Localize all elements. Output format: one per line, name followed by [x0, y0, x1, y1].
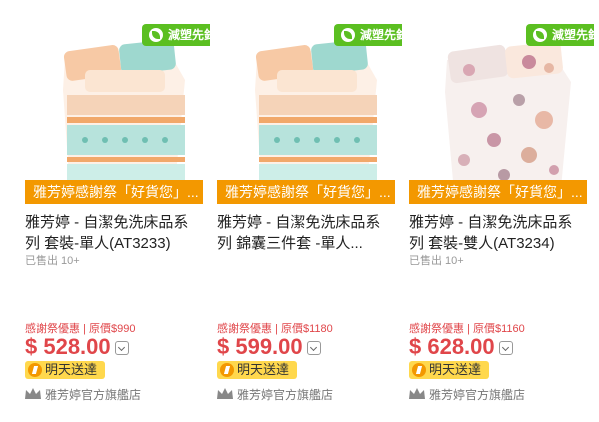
- leaf-icon: [533, 28, 547, 42]
- price-row: $ 528.00: [25, 334, 129, 362]
- eco-badge-label: 減塑先鋒: [360, 28, 402, 42]
- product-title[interactable]: 雅芳婷 - 自潔免洗床品系列 錦囊三件套 -單人...: [217, 212, 395, 254]
- product-image[interactable]: 減塑先鋒 雅芳婷感謝祭「好貨您」...: [409, 20, 594, 205]
- eco-badge: 減塑先鋒: [526, 24, 594, 46]
- eco-badge-label: 減塑先鋒: [552, 28, 594, 42]
- lightning-icon: [220, 363, 234, 377]
- delivery-tag: 明天送達: [217, 361, 297, 379]
- delivery-label: 明天送達: [237, 362, 290, 377]
- promo-banner: 雅芳婷感謝祭「好貨您」...: [409, 180, 587, 204]
- store-name[interactable]: 雅芳婷官方旗艦店: [409, 386, 525, 403]
- store-label: 雅芳婷官方旗艦店: [429, 388, 526, 402]
- delivery-tag: 明天送達: [409, 361, 489, 379]
- product-image[interactable]: 減塑先鋒 雅芳婷感謝祭「好貨您」...: [25, 20, 210, 205]
- chevron-down-icon[interactable]: [306, 341, 321, 355]
- delivery-label: 明天送達: [45, 362, 98, 377]
- promo-banner: 雅芳婷感謝祭「好貨您」...: [25, 180, 203, 204]
- crown-icon: [25, 388, 41, 399]
- store-label: 雅芳婷官方旗艦店: [45, 388, 142, 402]
- store-name[interactable]: 雅芳婷官方旗艦店: [25, 386, 141, 403]
- chevron-down-icon[interactable]: [498, 341, 513, 355]
- crown-icon: [217, 388, 233, 399]
- product-card[interactable]: 減塑先鋒 雅芳婷感謝祭「好貨您」... 雅芳婷 - 自潔免洗床品系列 套裝-單人…: [25, 20, 210, 415]
- leaf-icon: [341, 28, 355, 42]
- product-title[interactable]: 雅芳婷 - 自潔免洗床品系列 套裝-單人(AT3233): [25, 212, 203, 254]
- crown-icon: [409, 388, 425, 399]
- price: $ 599.00: [217, 334, 303, 359]
- lightning-icon: [412, 363, 426, 377]
- product-image[interactable]: 減塑先鋒 雅芳婷感謝祭「好貨您」...: [217, 20, 402, 205]
- store-name[interactable]: 雅芳婷官方旗艦店: [217, 386, 333, 403]
- leaf-icon: [149, 28, 163, 42]
- delivery-label: 明天送達: [429, 362, 482, 377]
- eco-badge: 減塑先鋒: [142, 24, 210, 46]
- eco-badge-label: 減塑先鋒: [168, 28, 210, 42]
- price-row: $ 599.00: [217, 334, 321, 362]
- sold-count: 已售出 10+: [25, 255, 80, 267]
- price-row: $ 628.00: [409, 334, 513, 362]
- product-card[interactable]: 減塑先鋒 雅芳婷感謝祭「好貨您」... 雅芳婷 - 自潔免洗床品系列 套裝-雙人…: [409, 20, 594, 415]
- lightning-icon: [28, 363, 42, 377]
- sold-count: 已售出 10+: [409, 255, 464, 267]
- promo-banner: 雅芳婷感謝祭「好貨您」...: [217, 180, 395, 204]
- eco-badge: 減塑先鋒: [334, 24, 402, 46]
- product-card[interactable]: 減塑先鋒 雅芳婷感謝祭「好貨您」... 雅芳婷 - 自潔免洗床品系列 錦囊三件套…: [217, 20, 402, 415]
- store-label: 雅芳婷官方旗艦店: [237, 388, 334, 402]
- price: $ 528.00: [25, 334, 111, 359]
- price: $ 628.00: [409, 334, 495, 359]
- delivery-tag: 明天送達: [25, 361, 105, 379]
- chevron-down-icon[interactable]: [114, 341, 129, 355]
- product-grid: 減塑先鋒 雅芳婷感謝祭「好貨您」... 雅芳婷 - 自潔免洗床品系列 套裝-單人…: [0, 0, 599, 422]
- product-title[interactable]: 雅芳婷 - 自潔免洗床品系列 套裝-雙人(AT3234): [409, 212, 587, 254]
